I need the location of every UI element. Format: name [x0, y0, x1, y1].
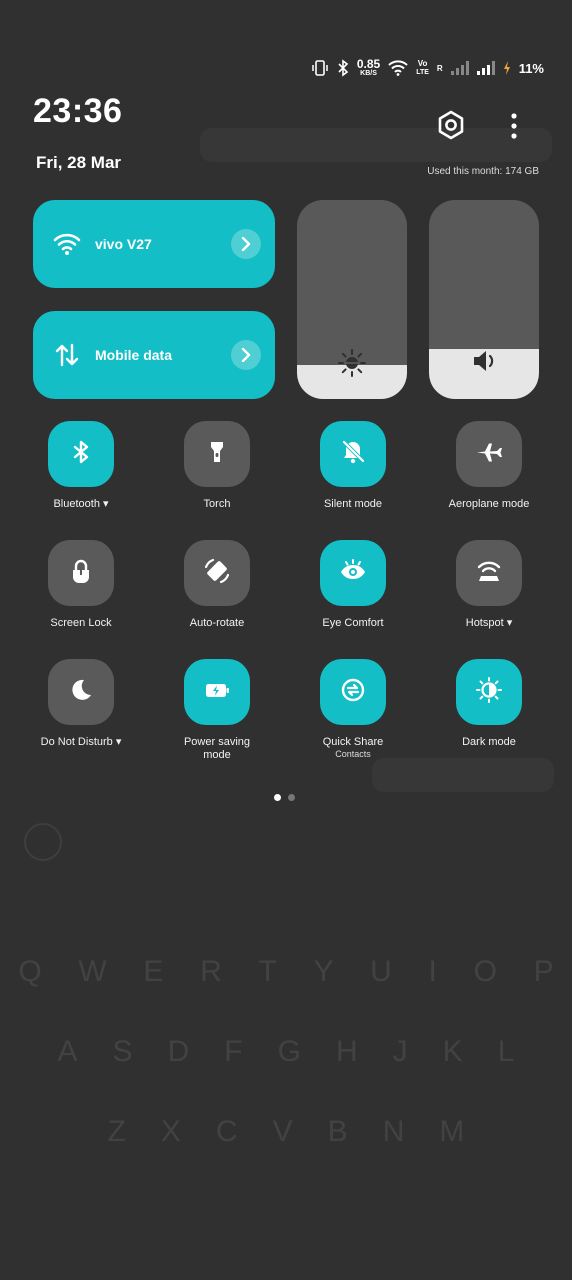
eye-icon: [338, 556, 368, 591]
quick-share-icon: [338, 675, 368, 710]
toggle-button-bluetooth[interactable]: [48, 421, 114, 487]
toggle-label: Power saving mode: [183, 736, 251, 761]
toggle-label: Auto-rotate: [189, 617, 245, 629]
toggle-label: Do Not Disturb ▾: [40, 736, 122, 748]
more-options-icon[interactable]: [504, 111, 524, 141]
toggle-torch[interactable]: Torch: [149, 421, 285, 511]
toggle-button-lock[interactable]: [48, 540, 114, 606]
toggle-label: Dark mode: [462, 736, 516, 748]
lock-icon: [67, 557, 95, 590]
hotspot-icon: [474, 556, 504, 591]
toggle-button-bell-off[interactable]: [320, 421, 386, 487]
torch-icon: [203, 438, 231, 471]
toggle-button-battery-saver[interactable]: [184, 659, 250, 725]
bell-off-icon: [339, 438, 367, 471]
dark-mode-icon: [474, 675, 504, 710]
page-dot-active: [274, 794, 281, 801]
toggle-lock[interactable]: Screen Lock: [13, 540, 149, 630]
toggle-dark-mode[interactable]: Dark mode: [421, 659, 557, 749]
mobile-data-tile-label: Mobile data: [95, 347, 173, 363]
toggle-label: Aeroplane mode: [448, 498, 530, 510]
clock[interactable]: 23:36: [33, 92, 122, 131]
toggle-moon[interactable]: Do Not Disturb ▾: [13, 659, 149, 749]
roaming-indicator: R: [436, 63, 443, 73]
toggle-label: Torch: [203, 498, 231, 510]
wifi-icon: [53, 230, 81, 258]
wifi-status-icon: [388, 60, 408, 76]
date[interactable]: Fri, 28 Mar: [36, 153, 121, 173]
vibrate-icon: [311, 59, 329, 77]
wifi-details-chevron-icon[interactable]: [231, 229, 261, 259]
battery-percentage: 11%: [518, 60, 544, 76]
toggle-button-airplane[interactable]: [456, 421, 522, 487]
wifi-tile-label: vivo V27: [95, 236, 152, 252]
airplane-icon: [474, 437, 504, 472]
toggle-button-rotate[interactable]: [184, 540, 250, 606]
bluetooth-status-icon: [337, 59, 349, 77]
signal-sim2-icon: [476, 61, 495, 75]
toggle-button-hotspot[interactable]: [456, 540, 522, 606]
toggle-button-quick-share[interactable]: [320, 659, 386, 725]
toggle-quick-share[interactable]: Quick Share Contacts: [285, 659, 421, 760]
toggle-bluetooth[interactable]: Bluetooth ▾: [13, 421, 149, 511]
toggle-label: Silent mode: [323, 498, 383, 510]
brightness-icon: [337, 348, 367, 378]
toggle-eye[interactable]: Eye Comfort: [285, 540, 421, 630]
toggle-label: Hotspot ▾: [465, 617, 513, 629]
toggle-button-moon[interactable]: [48, 659, 114, 725]
rotate-icon: [202, 556, 232, 591]
bluetooth-icon: [67, 438, 95, 471]
toggle-label: Quick Share: [322, 736, 384, 748]
toggle-sublabel: Contacts: [335, 749, 371, 759]
volte-indicator: Vo LTE: [416, 59, 429, 76]
page-indicator[interactable]: [274, 794, 295, 801]
wifi-tile[interactable]: vivo V27: [33, 200, 275, 288]
charging-icon: [503, 61, 511, 75]
data-usage-text[interactable]: Used this month: 174 GB: [427, 166, 539, 177]
toggle-hotspot[interactable]: Hotspot ▾: [421, 540, 557, 630]
toggle-button-eye[interactable]: [320, 540, 386, 606]
signal-sim1-icon: [450, 61, 469, 75]
brightness-slider[interactable]: [297, 200, 407, 399]
toggle-label: Screen Lock: [50, 617, 112, 629]
toggle-rotate[interactable]: Auto-rotate: [149, 540, 285, 630]
toggle-battery-saver[interactable]: Power saving mode: [149, 659, 285, 762]
status-bar: 0.85 KB/S Vo LTE R 11%: [311, 58, 544, 78]
mobile-data-details-chevron-icon[interactable]: [231, 340, 261, 370]
speaker-icon: [469, 346, 499, 376]
toggle-bell-off[interactable]: Silent mode: [285, 421, 421, 511]
toggle-button-dark-mode[interactable]: [456, 659, 522, 725]
settings-gear-icon[interactable]: [435, 109, 467, 141]
network-speed: 0.85 KB/S: [356, 57, 381, 77]
page-dot: [288, 794, 295, 801]
mobile-data-icon: [53, 341, 81, 369]
battery-saver-icon: [202, 675, 232, 710]
toggle-label: Bluetooth ▾: [53, 498, 109, 510]
toggle-airplane[interactable]: Aeroplane mode: [421, 421, 557, 511]
toggle-button-torch[interactable]: [184, 421, 250, 487]
moon-icon: [67, 676, 95, 709]
toggle-label: Eye Comfort: [322, 617, 384, 629]
volume-slider[interactable]: [429, 200, 539, 399]
mobile-data-tile[interactable]: Mobile data: [33, 311, 275, 399]
